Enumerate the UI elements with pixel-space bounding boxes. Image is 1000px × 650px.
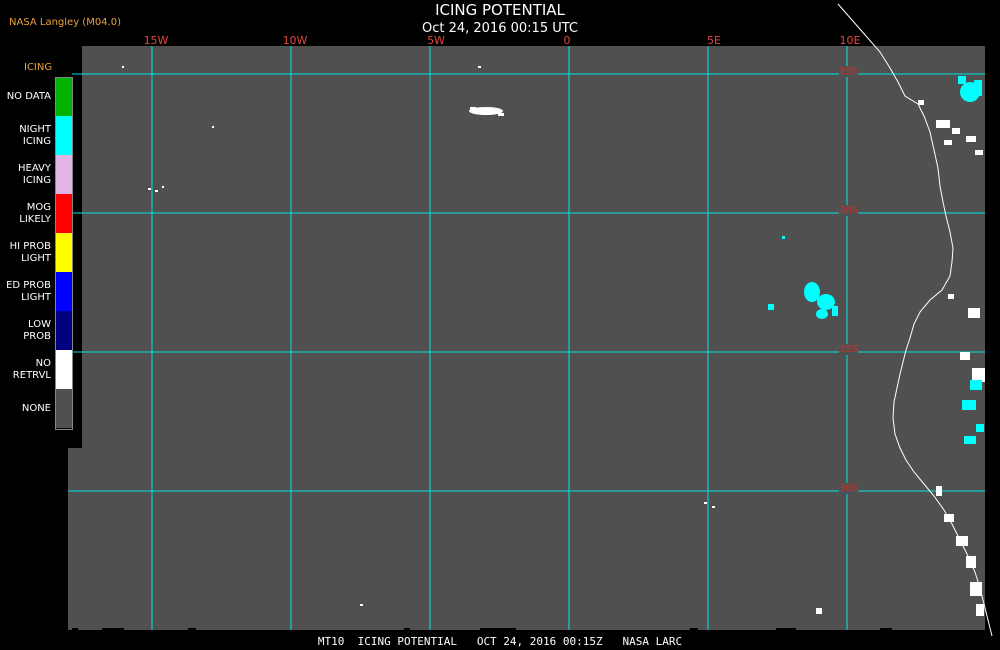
- latitude-label: 20S: [839, 205, 859, 216]
- legend-swatch: [56, 233, 73, 272]
- legend-label: ED PROB LIGHT: [6, 279, 51, 303]
- longitude-label: 5W: [427, 34, 445, 47]
- legend-swatch: [56, 155, 73, 194]
- legend-swatch: [56, 272, 73, 311]
- legend-swatch: [56, 350, 73, 389]
- legend-item: NO RETRVL: [0, 350, 76, 389]
- longitude-label: 5E: [707, 34, 721, 47]
- legend-swatch: [56, 77, 73, 116]
- latitude-label: 30S: [839, 483, 859, 494]
- legend-label: MOG LIKELY: [19, 201, 51, 225]
- legend-label: NO DATA: [6, 90, 51, 102]
- legend-item: ED PROB LIGHT: [0, 272, 76, 311]
- page-title: ICING POTENTIAL: [435, 1, 565, 19]
- longitude-label: 0: [563, 34, 571, 47]
- latitude-label: 25S: [839, 344, 859, 355]
- icing-map: [68, 3, 993, 637]
- legend-swatch: [56, 389, 73, 428]
- legend-label: NIGHT ICING: [19, 123, 51, 147]
- legend-label: HI PROB LIGHT: [9, 240, 51, 264]
- legend-swatch: [56, 311, 73, 350]
- longitude-label: 10E: [839, 34, 861, 47]
- legend-item: MOG LIKELY: [0, 194, 76, 233]
- latitude-label: 15S: [839, 66, 859, 77]
- legend-swatch: [56, 194, 73, 233]
- legend-item: NONE: [0, 389, 76, 428]
- legend-item: LOW PROB: [0, 311, 76, 350]
- longitude-label: 15W: [143, 34, 169, 47]
- legend-item: NO DATA: [0, 77, 76, 116]
- legend-label: LOW PROB: [23, 318, 51, 342]
- legend-item: HEAVY ICING: [0, 155, 76, 194]
- legend-item: NIGHT ICING: [0, 116, 76, 155]
- legend-swatch: [56, 116, 73, 155]
- legend-label: HEAVY ICING: [18, 162, 51, 186]
- legend-label: NO RETRVL: [12, 357, 51, 381]
- footer-caption: MT10 ICING POTENTIAL OCT 24, 2016 00:15Z…: [317, 635, 683, 648]
- legend-item: HI PROB LIGHT: [0, 233, 76, 272]
- longitude-label: 10W: [282, 34, 308, 47]
- legend-label: NONE: [21, 402, 51, 414]
- legend-title: ICING: [24, 62, 53, 73]
